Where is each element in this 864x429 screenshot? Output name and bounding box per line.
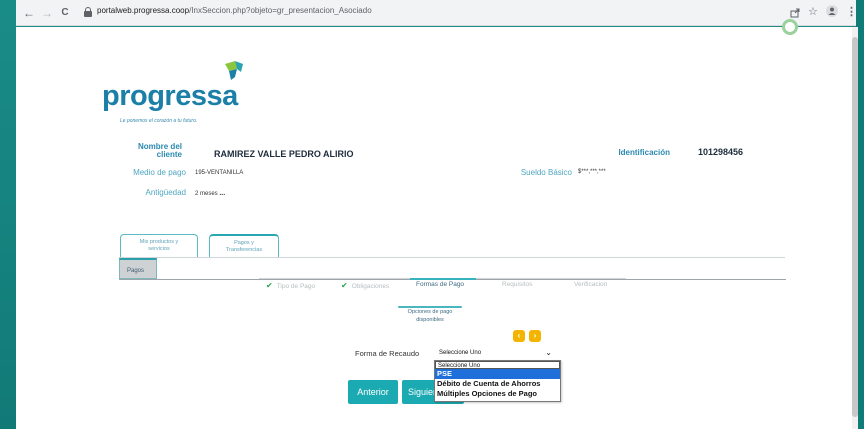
step-line bbox=[337, 278, 410, 279]
checkmark-icon: ✔ bbox=[266, 281, 273, 290]
chevron-down-icon: ⌄ bbox=[545, 348, 552, 357]
scrollbar[interactable] bbox=[852, 27, 858, 429]
step-label: Obligaciones bbox=[351, 283, 390, 290]
step-verificacion[interactable]: Verificacion bbox=[574, 281, 607, 288]
slogan: Le ponemos el corazón a tu futuro. bbox=[120, 118, 198, 124]
seniority-label: Antigüedad bbox=[145, 188, 186, 197]
profile-icon[interactable] bbox=[826, 5, 838, 17]
step-formas-de-pago[interactable]: Formas de Pago bbox=[416, 281, 464, 288]
seniority-dots: ... bbox=[219, 190, 226, 197]
star-icon[interactable]: ☆ bbox=[808, 5, 818, 19]
step-label: Tipo de Pago bbox=[276, 283, 316, 290]
page-content: progressa Le ponemos el corazón a tu fut… bbox=[16, 19, 858, 429]
dropdown-option-pse[interactable]: PSE bbox=[435, 369, 560, 379]
tab-pagos[interactable]: Pagos bbox=[119, 258, 157, 279]
salary-label: Sueldo Básico bbox=[520, 168, 572, 177]
step-current-underline bbox=[410, 278, 476, 280]
url-path: /InxSeccion.php?objeto=gr_presentacion_A… bbox=[189, 6, 372, 15]
url-host: portalweb.progressa.coop bbox=[97, 6, 190, 15]
step-obligaciones[interactable]: ✔ Obligaciones bbox=[341, 281, 389, 290]
id-value: 101298456 bbox=[698, 147, 744, 157]
tab-products-label-2: servicios bbox=[148, 246, 170, 252]
corner-badge bbox=[782, 19, 798, 35]
forward-arrow-icon[interactable]: → bbox=[40, 5, 54, 21]
payment-method-value: 195-VENTANILLA bbox=[195, 170, 244, 176]
tab-payments-label-1: Pagos y bbox=[234, 240, 254, 246]
url-text[interactable]: portalweb.progressa.coop/InxSeccion.php?… bbox=[97, 6, 372, 15]
back-arrow-icon[interactable]: ← bbox=[22, 5, 36, 21]
payment-options-tab[interactable]: Opciones de pago disponibles bbox=[398, 308, 462, 324]
tab-payments-label-2: Transferencias bbox=[225, 247, 263, 253]
share-icon[interactable] bbox=[790, 7, 801, 18]
forma-recaudo-select[interactable]: Seleccione Uno ⌄ bbox=[435, 348, 562, 360]
tab-payments-transfers[interactable]: Pagos y Transferencias bbox=[209, 234, 279, 258]
options-title-2: disponibles bbox=[416, 317, 444, 323]
step-line bbox=[476, 278, 626, 279]
browser-toolbar: ← → C portalweb.progressa.coop/InxSeccio… bbox=[16, 0, 857, 26]
desktop-frame-left bbox=[0, 0, 16, 429]
lock-icon[interactable] bbox=[84, 7, 92, 17]
tab-products-label-1: Mis productos y bbox=[139, 239, 179, 245]
reload-icon[interactable]: C bbox=[58, 5, 72, 21]
forma-recaudo-dropdown[interactable]: Seleccione Uno PSE Débito de Cuenta de A… bbox=[434, 360, 561, 402]
tab-products-services[interactable]: Mis productos y servicios bbox=[120, 234, 198, 258]
address-bar[interactable]: portalweb.progressa.coop/InxSeccion.php?… bbox=[80, 3, 820, 23]
checkmark-icon: ✔ bbox=[341, 281, 348, 290]
step-line bbox=[259, 278, 337, 279]
prev-arrow-icon[interactable]: ‹ bbox=[513, 330, 525, 342]
dropdown-option[interactable]: Múltiples Opciones de Pago bbox=[435, 389, 560, 399]
client-name-label: Nombre del cliente bbox=[122, 143, 182, 159]
progressa-logo-icon bbox=[225, 61, 243, 80]
forma-recaudo-label: Forma de Recaudo bbox=[355, 349, 420, 358]
client-name-label-line2: cliente bbox=[156, 150, 182, 159]
anterior-button[interactable]: Anterior bbox=[348, 380, 398, 404]
tabs-divider bbox=[119, 257, 785, 258]
step-tipo-de-pago[interactable]: ✔ Tipo de Pago bbox=[266, 281, 315, 290]
scroll-thumb[interactable] bbox=[852, 37, 858, 417]
client-name-value: RAMIREZ VALLE PEDRO ALIRIO bbox=[214, 149, 354, 159]
dropdown-option[interactable]: Seleccione Uno bbox=[435, 361, 560, 369]
progressa-logo-text: progressa bbox=[102, 80, 238, 112]
next-arrow-icon[interactable]: › bbox=[529, 330, 541, 342]
select-value: Seleccione Uno bbox=[439, 350, 482, 356]
seniority-value: 2 meses ... bbox=[195, 190, 225, 197]
salary-value: $***,***,*** bbox=[578, 169, 606, 175]
id-label: Identificación bbox=[618, 148, 670, 157]
options-title-1: Opciones de pago bbox=[407, 309, 453, 315]
step-requisitos[interactable]: Requisitos bbox=[502, 281, 532, 288]
menu-icon[interactable]: ⋮ bbox=[846, 5, 857, 19]
payment-method-label: Medio de pago bbox=[133, 168, 186, 177]
seniority-text: 2 meses bbox=[195, 191, 218, 197]
dropdown-option[interactable]: Débito de Cuenta de Ahorros bbox=[435, 379, 560, 389]
